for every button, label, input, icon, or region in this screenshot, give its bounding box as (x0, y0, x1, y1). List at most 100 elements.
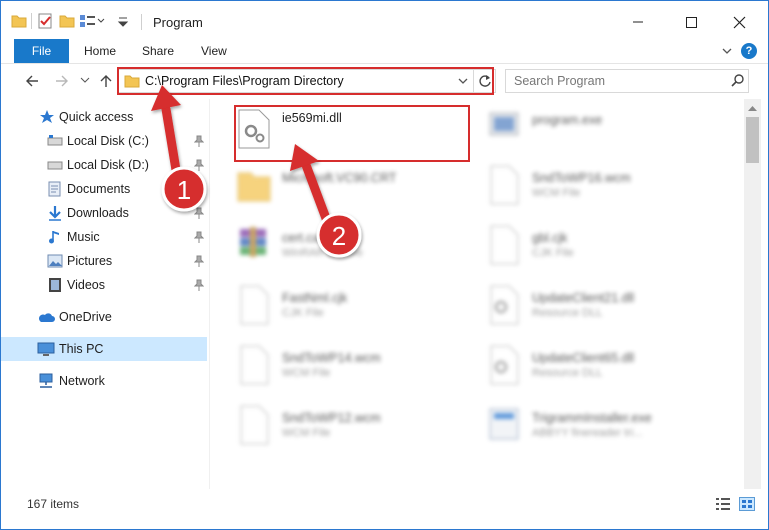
file-icon (240, 405, 269, 445)
drive-icon (47, 161, 63, 170)
properties-icon[interactable] (37, 13, 53, 29)
archive-icon (240, 227, 266, 257)
tab-view[interactable]: View (201, 39, 227, 63)
sidebar-item-label: Network (59, 374, 105, 388)
back-arrow-icon[interactable] (23, 72, 41, 90)
scrollbar-thumb[interactable] (746, 117, 759, 163)
tab-file[interactable]: File (14, 39, 69, 63)
file-item[interactable]: FastNml.cjk CJK File (236, 285, 476, 345)
sidebar-item-label: Documents (67, 182, 131, 196)
window-title: Program (153, 15, 203, 30)
file-name: SndToWP16.wcm (532, 171, 631, 185)
sidebar-item-documents[interactable]: Documents (1, 177, 207, 201)
file-name: UpdateClient21.dll (532, 291, 635, 305)
tab-home[interactable]: Home (84, 39, 116, 63)
maximize-button[interactable] (669, 1, 715, 39)
pin-icon[interactable] (194, 183, 204, 195)
file-name: UpdateClient65.dll (532, 351, 635, 365)
maximize-icon (686, 17, 697, 28)
search-input[interactable] (506, 70, 726, 92)
sidebar-item-label: This PC (59, 342, 104, 356)
file-item[interactable]: SndToWP12.wcm WCM File (236, 405, 476, 465)
file-icon (240, 345, 269, 385)
sidebar-item-local-disk-d[interactable]: Local Disk (D:) (1, 153, 207, 177)
minimize-button[interactable] (615, 1, 661, 39)
help-icon[interactable]: ? (741, 43, 757, 59)
vertical-scrollbar[interactable] (744, 99, 761, 489)
close-button[interactable] (717, 1, 763, 39)
file-item[interactable]: cert.cab WinRAR archive (236, 225, 476, 285)
sidebar-item-label: Local Disk (D:) (67, 158, 149, 172)
file-type: CJK File (532, 247, 574, 259)
pin-icon[interactable] (194, 231, 204, 243)
up-arrow-icon[interactable] (97, 72, 115, 90)
pin-icon[interactable] (194, 207, 204, 219)
file-type: WCM File (282, 367, 331, 379)
chevron-down-icon[interactable] (116, 15, 130, 29)
title-separator (141, 14, 142, 30)
file-item[interactable]: UpdateClient65.dll Resource DLL (486, 345, 726, 405)
tiles-view-icon[interactable] (739, 497, 755, 511)
details-view-icon[interactable] (715, 497, 731, 511)
dll-file-icon (490, 285, 519, 325)
file-item[interactable]: Microsoft.VC90.CRT (236, 165, 476, 225)
drive-icon (47, 135, 63, 146)
sidebar-item-this-pc[interactable]: This PC (1, 337, 207, 361)
title-bar: Program (1, 1, 768, 39)
network-icon (39, 373, 53, 388)
title-separator (31, 13, 32, 29)
recent-locations-icon[interactable] (79, 74, 91, 86)
sidebar-item-label: OneDrive (59, 310, 112, 324)
pin-icon[interactable] (194, 255, 204, 267)
file-icon (240, 285, 269, 325)
pin-icon[interactable] (194, 159, 204, 171)
file-explorer-window: Program File Home Share View ? C:\Progra… (0, 0, 769, 530)
file-type: WCM File (532, 187, 581, 199)
ribbon-tabs: File Home Share View ? (1, 39, 768, 63)
sidebar-item-downloads[interactable]: Downloads (1, 201, 207, 225)
sidebar-item-label: Pictures (67, 254, 113, 268)
file-highlight-box (234, 105, 470, 162)
file-type: CJK File (282, 307, 324, 319)
sidebar-item-videos[interactable]: Videos (1, 273, 207, 297)
minimize-icon (633, 21, 643, 23)
file-item[interactable]: TrigrammInstaller.exe ABBYY finereader t… (486, 405, 726, 465)
sidebar-item-music[interactable]: Music (1, 225, 207, 249)
folder-icon (237, 172, 271, 202)
item-count: 167 items (27, 497, 80, 511)
scroll-up-icon[interactable] (748, 105, 757, 111)
sidebar-item-pictures[interactable]: Pictures (1, 249, 207, 273)
cloud-icon (38, 313, 55, 322)
computer-icon (37, 342, 55, 356)
address-bar-highlight (117, 67, 494, 95)
pin-icon[interactable] (194, 279, 204, 291)
file-type: Resource DLL (532, 307, 603, 319)
file-name: Microsoft.VC90.CRT (282, 171, 397, 185)
file-type: WinRAR archive (282, 247, 363, 259)
sidebar-item-onedrive[interactable]: OneDrive (1, 305, 207, 329)
new-folder-icon[interactable] (59, 13, 75, 29)
forward-arrow-icon[interactable] (53, 72, 71, 90)
sidebar-item-network[interactable]: Network (1, 369, 207, 393)
customize-toolbar-icon[interactable] (79, 13, 107, 29)
file-item[interactable]: SndToWP16.wcm WCM File (486, 165, 726, 225)
tab-share[interactable]: Share (142, 39, 174, 63)
sidebar-item-local-disk-c[interactable]: Local Disk (C:) (1, 129, 207, 153)
file-item[interactable]: program.exe (486, 107, 726, 167)
expand-ribbon-icon[interactable] (721, 45, 733, 57)
file-name: gbl.cjk (532, 231, 568, 245)
file-name: SndToWP14.wcm (282, 351, 381, 365)
file-item[interactable]: UpdateClient21.dll Resource DLL (486, 285, 726, 345)
sidebar-item-label: Local Disk (C:) (67, 134, 149, 148)
search-icon[interactable] (730, 73, 746, 89)
file-type: Resource DLL (532, 367, 603, 379)
file-item[interactable]: SndToWP14.wcm WCM File (236, 345, 476, 405)
dll-file-icon (490, 345, 519, 385)
pin-icon[interactable] (194, 135, 204, 147)
videos-icon (49, 278, 61, 292)
sidebar-item-label: Music (67, 230, 100, 244)
sidebar-item-quick-access[interactable]: Quick access (1, 105, 207, 129)
search-box[interactable] (505, 69, 749, 93)
close-icon (733, 16, 746, 29)
file-item[interactable]: gbl.cjk CJK File (486, 225, 726, 285)
